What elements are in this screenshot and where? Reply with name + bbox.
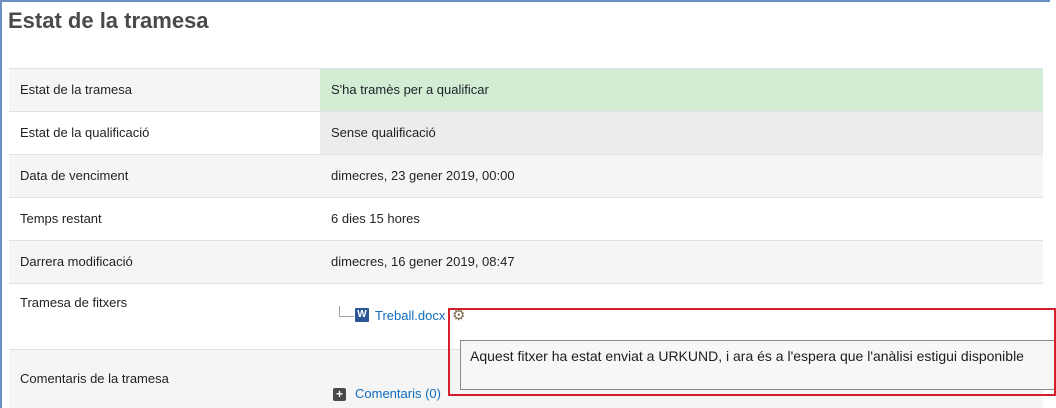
table-row: Darrera modificació dimecres, 16 gener 2…: [9, 240, 1043, 283]
last-modified-value: dimecres, 16 gener 2019, 08:47: [331, 254, 515, 269]
submission-status-cell: S'ha tramès per a qualificar: [320, 69, 1043, 111]
row-label: Estat de la tramesa: [20, 82, 132, 97]
tooltip-text: Aquest fitxer ha estat enviat a URKUND, …: [470, 348, 1024, 364]
gear-icon[interactable]: ⚙: [452, 306, 465, 324]
row-label: Darrera modificació: [20, 254, 133, 269]
page-title: Estat de la tramesa: [8, 8, 209, 33]
table-row: Temps restant 6 dies 15 hores: [9, 197, 1043, 240]
table-row: Estat de la qualificació Sense qualifica…: [9, 111, 1043, 154]
last-modified-cell: dimecres, 16 gener 2019, 08:47: [320, 241, 1043, 283]
time-remaining-value: 6 dies 15 hores: [331, 211, 420, 226]
plus-icon[interactable]: +: [333, 388, 346, 401]
due-date-value: dimecres, 23 gener 2019, 00:00: [331, 168, 515, 183]
grade-status-value: Sense qualificació: [331, 125, 436, 140]
urkund-tooltip: Aquest fitxer ha estat enviat a URKUND, …: [460, 340, 1056, 390]
row-label: Comentaris de la tramesa: [20, 371, 169, 386]
table-row: Estat de la tramesa S'ha tramès per a qu…: [9, 68, 1043, 111]
comments-link[interactable]: Comentaris (0): [355, 386, 441, 401]
submission-status-value: S'ha tramès per a qualificar: [331, 82, 489, 97]
grade-status-cell: Sense qualificació: [320, 112, 1043, 154]
row-label: Temps restant: [20, 211, 102, 226]
tree-connector: [339, 306, 354, 317]
file-link[interactable]: Treball.docx: [375, 308, 445, 323]
time-remaining-cell: 6 dies 15 hores: [320, 198, 1043, 240]
word-document-icon: W: [355, 308, 369, 322]
row-label: Tramesa de fitxers: [20, 295, 128, 310]
table-row: Data de venciment dimecres, 23 gener 201…: [9, 154, 1043, 197]
row-label: Data de venciment: [20, 168, 129, 183]
due-date-cell: dimecres, 23 gener 2019, 00:00: [320, 155, 1043, 197]
row-label: Estat de la qualificació: [20, 125, 150, 140]
